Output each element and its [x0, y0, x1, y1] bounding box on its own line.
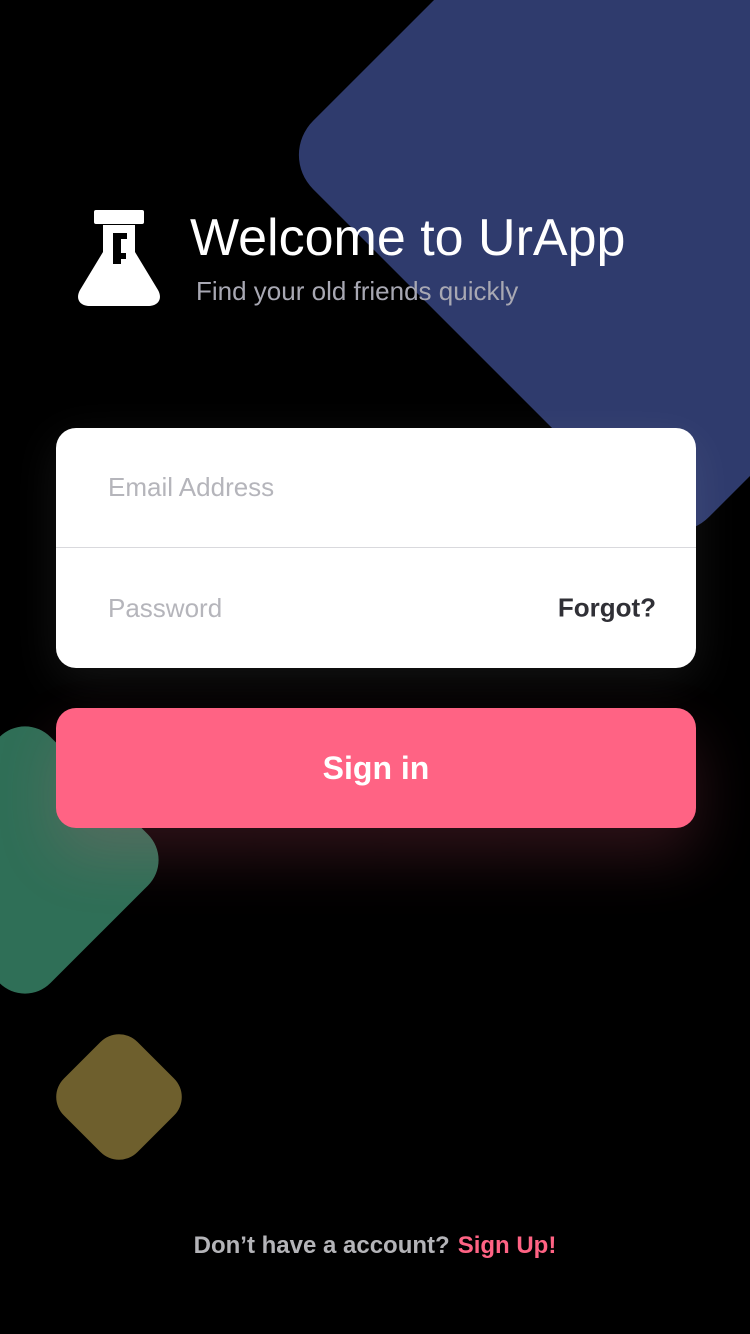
sign-in-button[interactable]: Sign in	[56, 708, 696, 828]
login-form-card: Forgot?	[56, 428, 696, 668]
page-title: Welcome to UrApp	[190, 209, 626, 267]
forgot-password-link[interactable]: Forgot?	[558, 593, 656, 624]
password-field-row: Forgot?	[56, 548, 696, 668]
signup-footer: Don’t have a account? Sign Up!	[0, 1232, 750, 1260]
page-subtitle: Find your old friends quickly	[196, 276, 519, 306]
email-field[interactable]	[106, 471, 530, 504]
password-field[interactable]	[106, 591, 530, 625]
flask-icon	[78, 210, 160, 306]
sign-up-link[interactable]: Sign Up!	[458, 1232, 557, 1259]
email-field-row	[56, 428, 696, 547]
login-screen: Welcome to UrApp Find your old friends q…	[0, 0, 750, 1334]
signup-prompt: Don’t have a account?	[193, 1232, 450, 1259]
gold-background-shape	[45, 1023, 193, 1171]
